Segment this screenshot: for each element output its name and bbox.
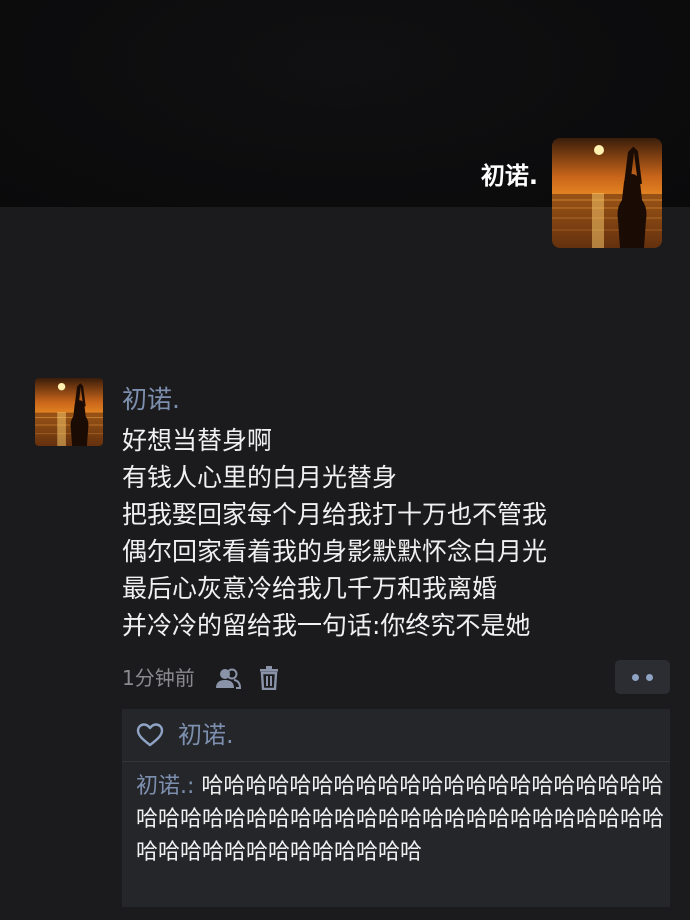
dot [632, 673, 639, 681]
likes-row: 初诺. [122, 709, 670, 762]
post-text-line: 偶尔回家看着我的身影默默怀念白月光 [122, 537, 548, 566]
comment-text: 哈哈哈哈哈哈哈哈哈哈哈哈哈哈哈哈哈哈哈哈哈哈哈哈哈哈哈哈哈哈哈哈哈哈哈哈哈哈哈哈… [136, 774, 665, 865]
post-text-line: 把我娶回家每个月给我打十万也不管我 [122, 500, 548, 529]
comment-separator: : [187, 774, 202, 799]
post-author-name[interactable]: 初诺. [122, 382, 180, 418]
trash-icon[interactable] [259, 666, 279, 691]
heart-icon [136, 722, 164, 748]
dot [646, 673, 653, 681]
more-dots-icon[interactable] [615, 660, 670, 694]
post-text-line: 有钱人心里的白月光替身 [122, 463, 398, 492]
liker-name[interactable]: 初诺. [178, 718, 234, 752]
post-timestamp: 1分钟前 [122, 666, 195, 690]
profile-name: 初诺. [480, 162, 538, 190]
people-icon[interactable] [215, 666, 241, 690]
post-author-avatar[interactable] [35, 378, 103, 446]
commenter-name[interactable]: 初诺. [136, 774, 187, 799]
sunset-avatar-image [552, 138, 662, 248]
post-text-line: 好想当替身啊 [122, 426, 273, 455]
sunset-avatar-image [35, 378, 103, 446]
likes-comments-box: 初诺. 初诺.: 哈哈哈哈哈哈哈哈哈哈哈哈哈哈哈哈哈哈哈哈哈哈哈哈哈哈哈哈哈哈哈… [122, 709, 670, 907]
post-text-line: 最后心灰意冷给我几千万和我离婚 [122, 574, 498, 603]
comment-item[interactable]: 初诺.: 哈哈哈哈哈哈哈哈哈哈哈哈哈哈哈哈哈哈哈哈哈哈哈哈哈哈哈哈哈哈哈哈哈哈哈… [122, 762, 670, 910]
post-meta-row: 1分钟前 [122, 660, 279, 696]
profile-avatar[interactable] [552, 138, 662, 248]
post-text-line: 并冷冷的留给我一句话:你终究不是她 [122, 611, 531, 640]
post-text: 好想当替身啊 有钱人心里的白月光替身 把我娶回家每个月给我打十万也不管我 偶尔回… [122, 422, 682, 644]
